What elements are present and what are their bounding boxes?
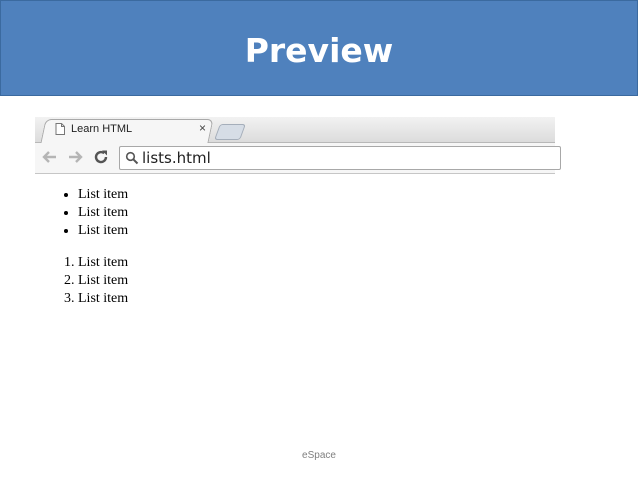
slide-title-bar: Preview — [0, 0, 638, 96]
new-tab-button[interactable] — [214, 124, 246, 140]
tab-learn-html[interactable]: Learn HTML × — [49, 119, 215, 141]
forward-arrow-icon[interactable] — [65, 147, 85, 167]
reload-icon[interactable] — [91, 147, 111, 167]
page-icon — [55, 123, 65, 135]
tab-strip: Learn HTML × — [35, 117, 555, 143]
tab-title: Learn HTML — [71, 123, 133, 135]
list-item: List item — [78, 222, 128, 240]
browser-window: Learn HTML × lists.html — [35, 117, 561, 175]
slide-footer: eSpace — [302, 450, 336, 461]
address-bar[interactable]: lists.html — [119, 146, 561, 170]
search-icon — [125, 151, 139, 165]
unordered-list: List item List item List item — [38, 186, 128, 240]
browser-toolbar: lists.html — [35, 143, 561, 174]
ordered-list: List item List item List item — [38, 254, 128, 308]
url-text: lists.html — [142, 149, 211, 167]
list-item: List item — [78, 272, 128, 290]
list-item: List item — [78, 186, 128, 204]
list-item: List item — [78, 254, 128, 272]
back-arrow-icon[interactable] — [40, 147, 60, 167]
close-tab-icon[interactable]: × — [199, 121, 206, 135]
list-item: List item — [78, 204, 128, 222]
slide-title: Preview — [244, 31, 394, 70]
list-item: List item — [78, 290, 128, 308]
page-content: List item List item List item List item … — [38, 186, 128, 308]
